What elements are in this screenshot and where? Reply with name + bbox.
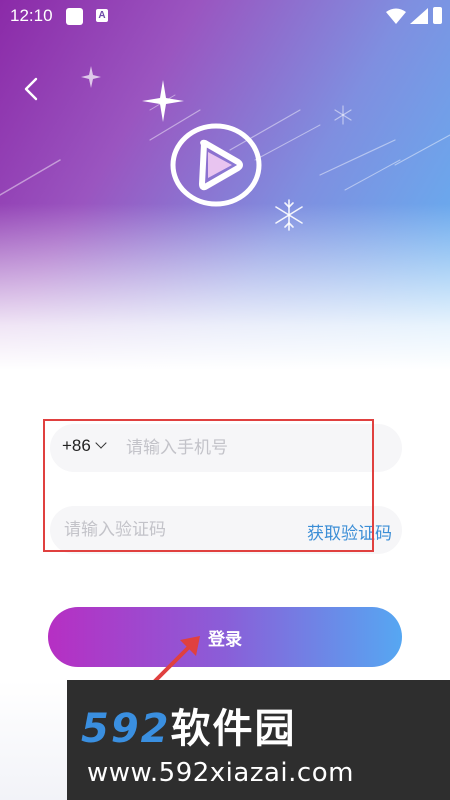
snowflake-icon-faint xyxy=(334,105,352,125)
signal-icon xyxy=(410,8,428,24)
get-code-button[interactable]: 获取验证码 xyxy=(307,519,392,544)
watermark-banner: 592软件园 www.592xiazai.com xyxy=(67,680,450,800)
verification-code-input[interactable] xyxy=(64,506,284,554)
phone-field: +86 xyxy=(50,424,402,472)
status-bar: 12:10 A xyxy=(0,0,450,34)
snowflake-icon xyxy=(275,199,303,231)
keyboard-notification-icon: A xyxy=(96,9,108,22)
country-code-label: +86 xyxy=(62,436,91,455)
sparkle-icon xyxy=(142,80,184,122)
code-field: 获取验证码 xyxy=(50,506,402,554)
status-time: 12:10 xyxy=(10,6,53,25)
notification-icon xyxy=(66,8,83,25)
watermark-url: www.592xiazai.com xyxy=(87,758,354,788)
watermark-brand-number: 592 xyxy=(81,706,171,752)
sparkle-icon-small xyxy=(81,66,101,88)
play-icon xyxy=(170,123,262,207)
annotation-arrow-icon xyxy=(150,636,200,686)
chevron-down-icon xyxy=(95,437,107,449)
watermark-brand-text: 软件园 xyxy=(170,706,297,752)
bottom-background xyxy=(0,680,67,800)
wifi-icon xyxy=(386,8,406,24)
back-button[interactable] xyxy=(20,74,48,104)
login-button[interactable]: 登录 xyxy=(48,607,402,667)
country-code-selector[interactable]: +86 xyxy=(62,436,107,456)
watermark-brand: 592软件园 xyxy=(81,696,297,754)
phone-input[interactable] xyxy=(126,424,386,472)
back-chevron-icon xyxy=(24,77,38,101)
battery-icon xyxy=(433,7,442,24)
